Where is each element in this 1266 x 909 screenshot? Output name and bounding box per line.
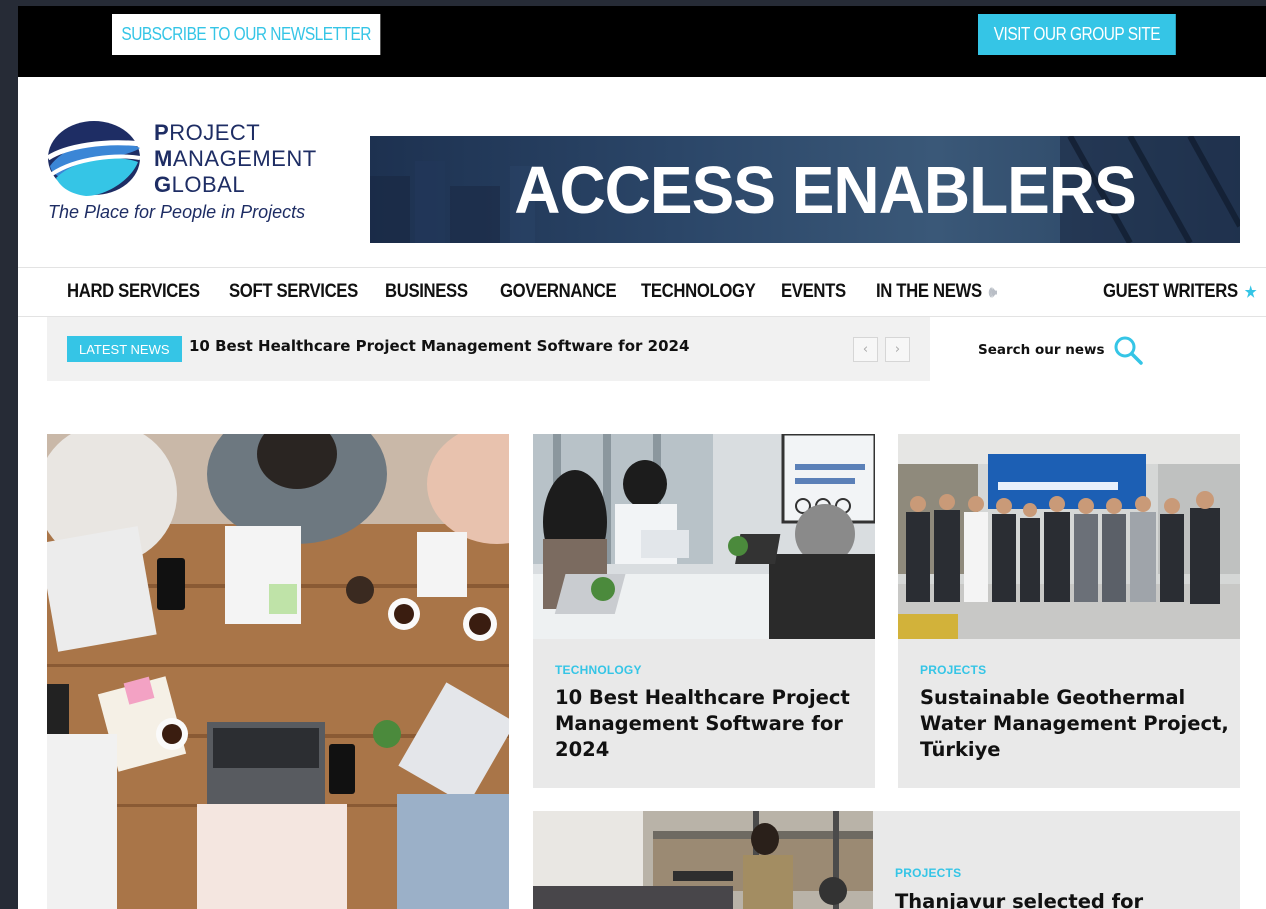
star-icon: ★ bbox=[1244, 284, 1257, 301]
speaker-icon: 🕪 bbox=[988, 283, 997, 301]
main-navigation: HARD SERVICES SOFT SERVICES BUSINESS GOV… bbox=[18, 267, 1266, 317]
article-category[interactable]: PROJECTS bbox=[895, 866, 961, 880]
article-title[interactable]: Thanjavur selected for bbox=[895, 889, 1225, 909]
top-bar: SUBSCRIBE TO OUR NEWSLETTER VISIT OUR GR… bbox=[18, 6, 1266, 77]
ticker-prev-button[interactable]: ‹ bbox=[853, 337, 878, 362]
article-card-body: TECHNOLOGY 10 Best Healthcare Project Ma… bbox=[533, 639, 875, 788]
nav-guest-writers[interactable]: GUEST WRITERS ★ bbox=[1103, 268, 1257, 316]
subscribe-newsletter-button[interactable]: SUBSCRIBE TO OUR NEWSLETTER bbox=[112, 14, 381, 55]
search-icon[interactable] bbox=[1112, 334, 1144, 366]
article-card-body: PROJECTS Sustainable Geothermal Water Ma… bbox=[898, 639, 1240, 788]
article-category[interactable]: PROJECTS bbox=[920, 663, 986, 677]
nav-soft-services[interactable]: SOFT SERVICES bbox=[229, 268, 358, 316]
article-card-body: PROJECTS Thanjavur selected for bbox=[873, 811, 1240, 909]
article-title[interactable]: 10 Best Healthcare Project Management So… bbox=[555, 685, 855, 763]
logo-line-global: GLOBAL bbox=[154, 172, 246, 197]
access-enablers-banner[interactable]: ACCESS ENABLERS bbox=[370, 136, 1240, 243]
article-title[interactable]: Sustainable Geothermal Water Management … bbox=[920, 685, 1230, 763]
meeting-table-photo bbox=[47, 434, 509, 909]
nav-technology[interactable]: TECHNOLOGY bbox=[641, 268, 756, 316]
logo-line-project: PROJECT bbox=[154, 120, 261, 145]
logo-tagline: The Place for People in Projects bbox=[48, 202, 306, 222]
logo-line-management: MANAGEMENT bbox=[154, 146, 317, 171]
nav-events[interactable]: EVENTS bbox=[781, 268, 846, 316]
article-card[interactable]: PROJECTS Sustainable Geothermal Water Ma… bbox=[898, 434, 1240, 788]
ticker-next-button[interactable]: › bbox=[885, 337, 910, 362]
site-logo[interactable]: PROJECT MANAGEMENT GLOBAL The Place for … bbox=[46, 118, 346, 228]
latest-news-headline[interactable]: 10 Best Healthcare Project Management So… bbox=[189, 337, 689, 355]
latest-news-badge: LATEST NEWS bbox=[67, 336, 182, 362]
article-card[interactable]: TECHNOLOGY 10 Best Healthcare Project Ma… bbox=[533, 434, 875, 788]
nav-hard-services[interactable]: HARD SERVICES bbox=[67, 268, 200, 316]
chevron-left-icon: ‹ bbox=[862, 342, 869, 357]
article-card[interactable]: PROJECTS Thanjavur selected for bbox=[533, 811, 1240, 909]
nav-in-the-news[interactable]: IN THE NEWS 🕪 bbox=[876, 268, 997, 316]
nav-business[interactable]: BUSINESS bbox=[385, 268, 468, 316]
nav-governance[interactable]: GOVERNANCE bbox=[500, 268, 617, 316]
search-label[interactable]: Search our news bbox=[978, 342, 1104, 358]
group-photo bbox=[898, 434, 1240, 639]
feature-article-card[interactable] bbox=[47, 434, 509, 909]
chevron-right-icon: › bbox=[894, 342, 901, 357]
logo-globe-icon bbox=[46, 121, 141, 196]
banner-headline: ACCESS ENABLERS bbox=[514, 151, 1137, 228]
latest-news-ticker: LATEST NEWS 10 Best Healthcare Project M… bbox=[47, 317, 930, 381]
article-category[interactable]: TECHNOLOGY bbox=[555, 663, 642, 677]
visit-group-site-button[interactable]: VISIT OUR GROUP SITE bbox=[978, 14, 1176, 55]
workshop-photo bbox=[533, 811, 873, 909]
page: SUBSCRIBE TO OUR NEWSLETTER VISIT OUR GR… bbox=[18, 6, 1266, 909]
office-meeting-photo bbox=[533, 434, 875, 639]
